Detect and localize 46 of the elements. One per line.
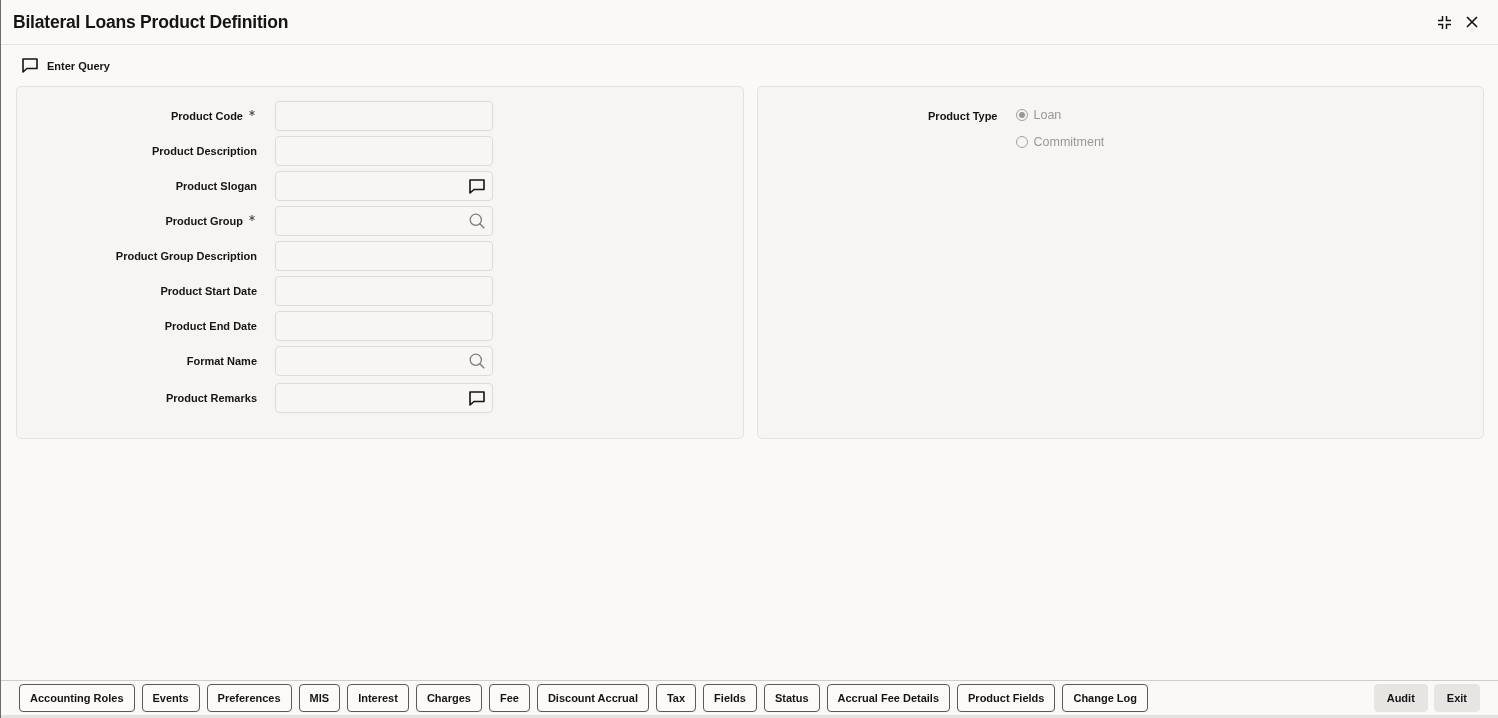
radio-label: Loan	[1033, 107, 1062, 122]
close-icon[interactable]	[1466, 16, 1478, 28]
footer-button[interactable]: Events	[141, 684, 200, 712]
field-label: Product Type	[928, 110, 998, 122]
action-button[interactable]: Exit	[1433, 684, 1480, 712]
action-button[interactable]: Audit	[1373, 684, 1428, 712]
footer-button[interactable]: Product Fields	[957, 684, 1056, 712]
input-field[interactable]	[275, 136, 493, 166]
input-field[interactable]	[275, 101, 493, 131]
search-icon[interactable]	[469, 353, 485, 369]
input-field[interactable]	[275, 241, 493, 271]
input-field[interactable]	[275, 276, 493, 306]
field-label: Product Group	[165, 215, 243, 227]
input-field[interactable]	[275, 383, 493, 413]
field-label: Product Group Description	[115, 250, 257, 262]
footer-button[interactable]: MIS	[298, 684, 341, 712]
footer-button[interactable]: Preferences	[206, 684, 292, 712]
footer-button[interactable]: Tax	[655, 684, 697, 712]
speech-bubble-icon[interactable]	[469, 390, 485, 406]
input-field[interactable]	[275, 206, 493, 236]
field-label: Product End Date	[164, 320, 257, 332]
speech-bubble-icon[interactable]	[469, 178, 485, 194]
footer-button[interactable]: Fee	[488, 684, 530, 712]
search-icon[interactable]	[469, 213, 485, 229]
footer-button[interactable]: Accounting Roles	[19, 684, 135, 712]
field-label: Format Name	[186, 355, 257, 367]
input-field[interactable]	[275, 171, 493, 201]
footer-button[interactable]: Charges	[415, 684, 482, 712]
field-label: Product Code	[170, 110, 243, 122]
footer-button[interactable]: Accrual Fee Details	[826, 684, 951, 712]
footer-button[interactable]: Interest	[347, 684, 409, 712]
speech-bubble-icon	[22, 58, 38, 73]
input-field[interactable]	[275, 311, 493, 341]
footer-button[interactable]: Discount Accrual	[536, 684, 649, 712]
radio-label: Commitment	[1033, 134, 1105, 149]
input-field[interactable]	[275, 346, 493, 376]
footer-button[interactable]: Fields	[703, 684, 757, 712]
enter-query-button[interactable]: Enter Query	[22, 58, 110, 73]
field-label: Product Remarks	[165, 392, 257, 404]
field-label: Product Slogan	[175, 180, 257, 192]
field-label: Product Start Date	[160, 285, 257, 297]
footer-button[interactable]: Change Log	[1062, 684, 1148, 712]
footer-button[interactable]: Status	[763, 684, 820, 712]
collapse-icon[interactable]	[1437, 14, 1452, 30]
window-title: Bilateral Loans Product Definition	[13, 11, 289, 33]
field-label: Product Description	[151, 145, 257, 157]
